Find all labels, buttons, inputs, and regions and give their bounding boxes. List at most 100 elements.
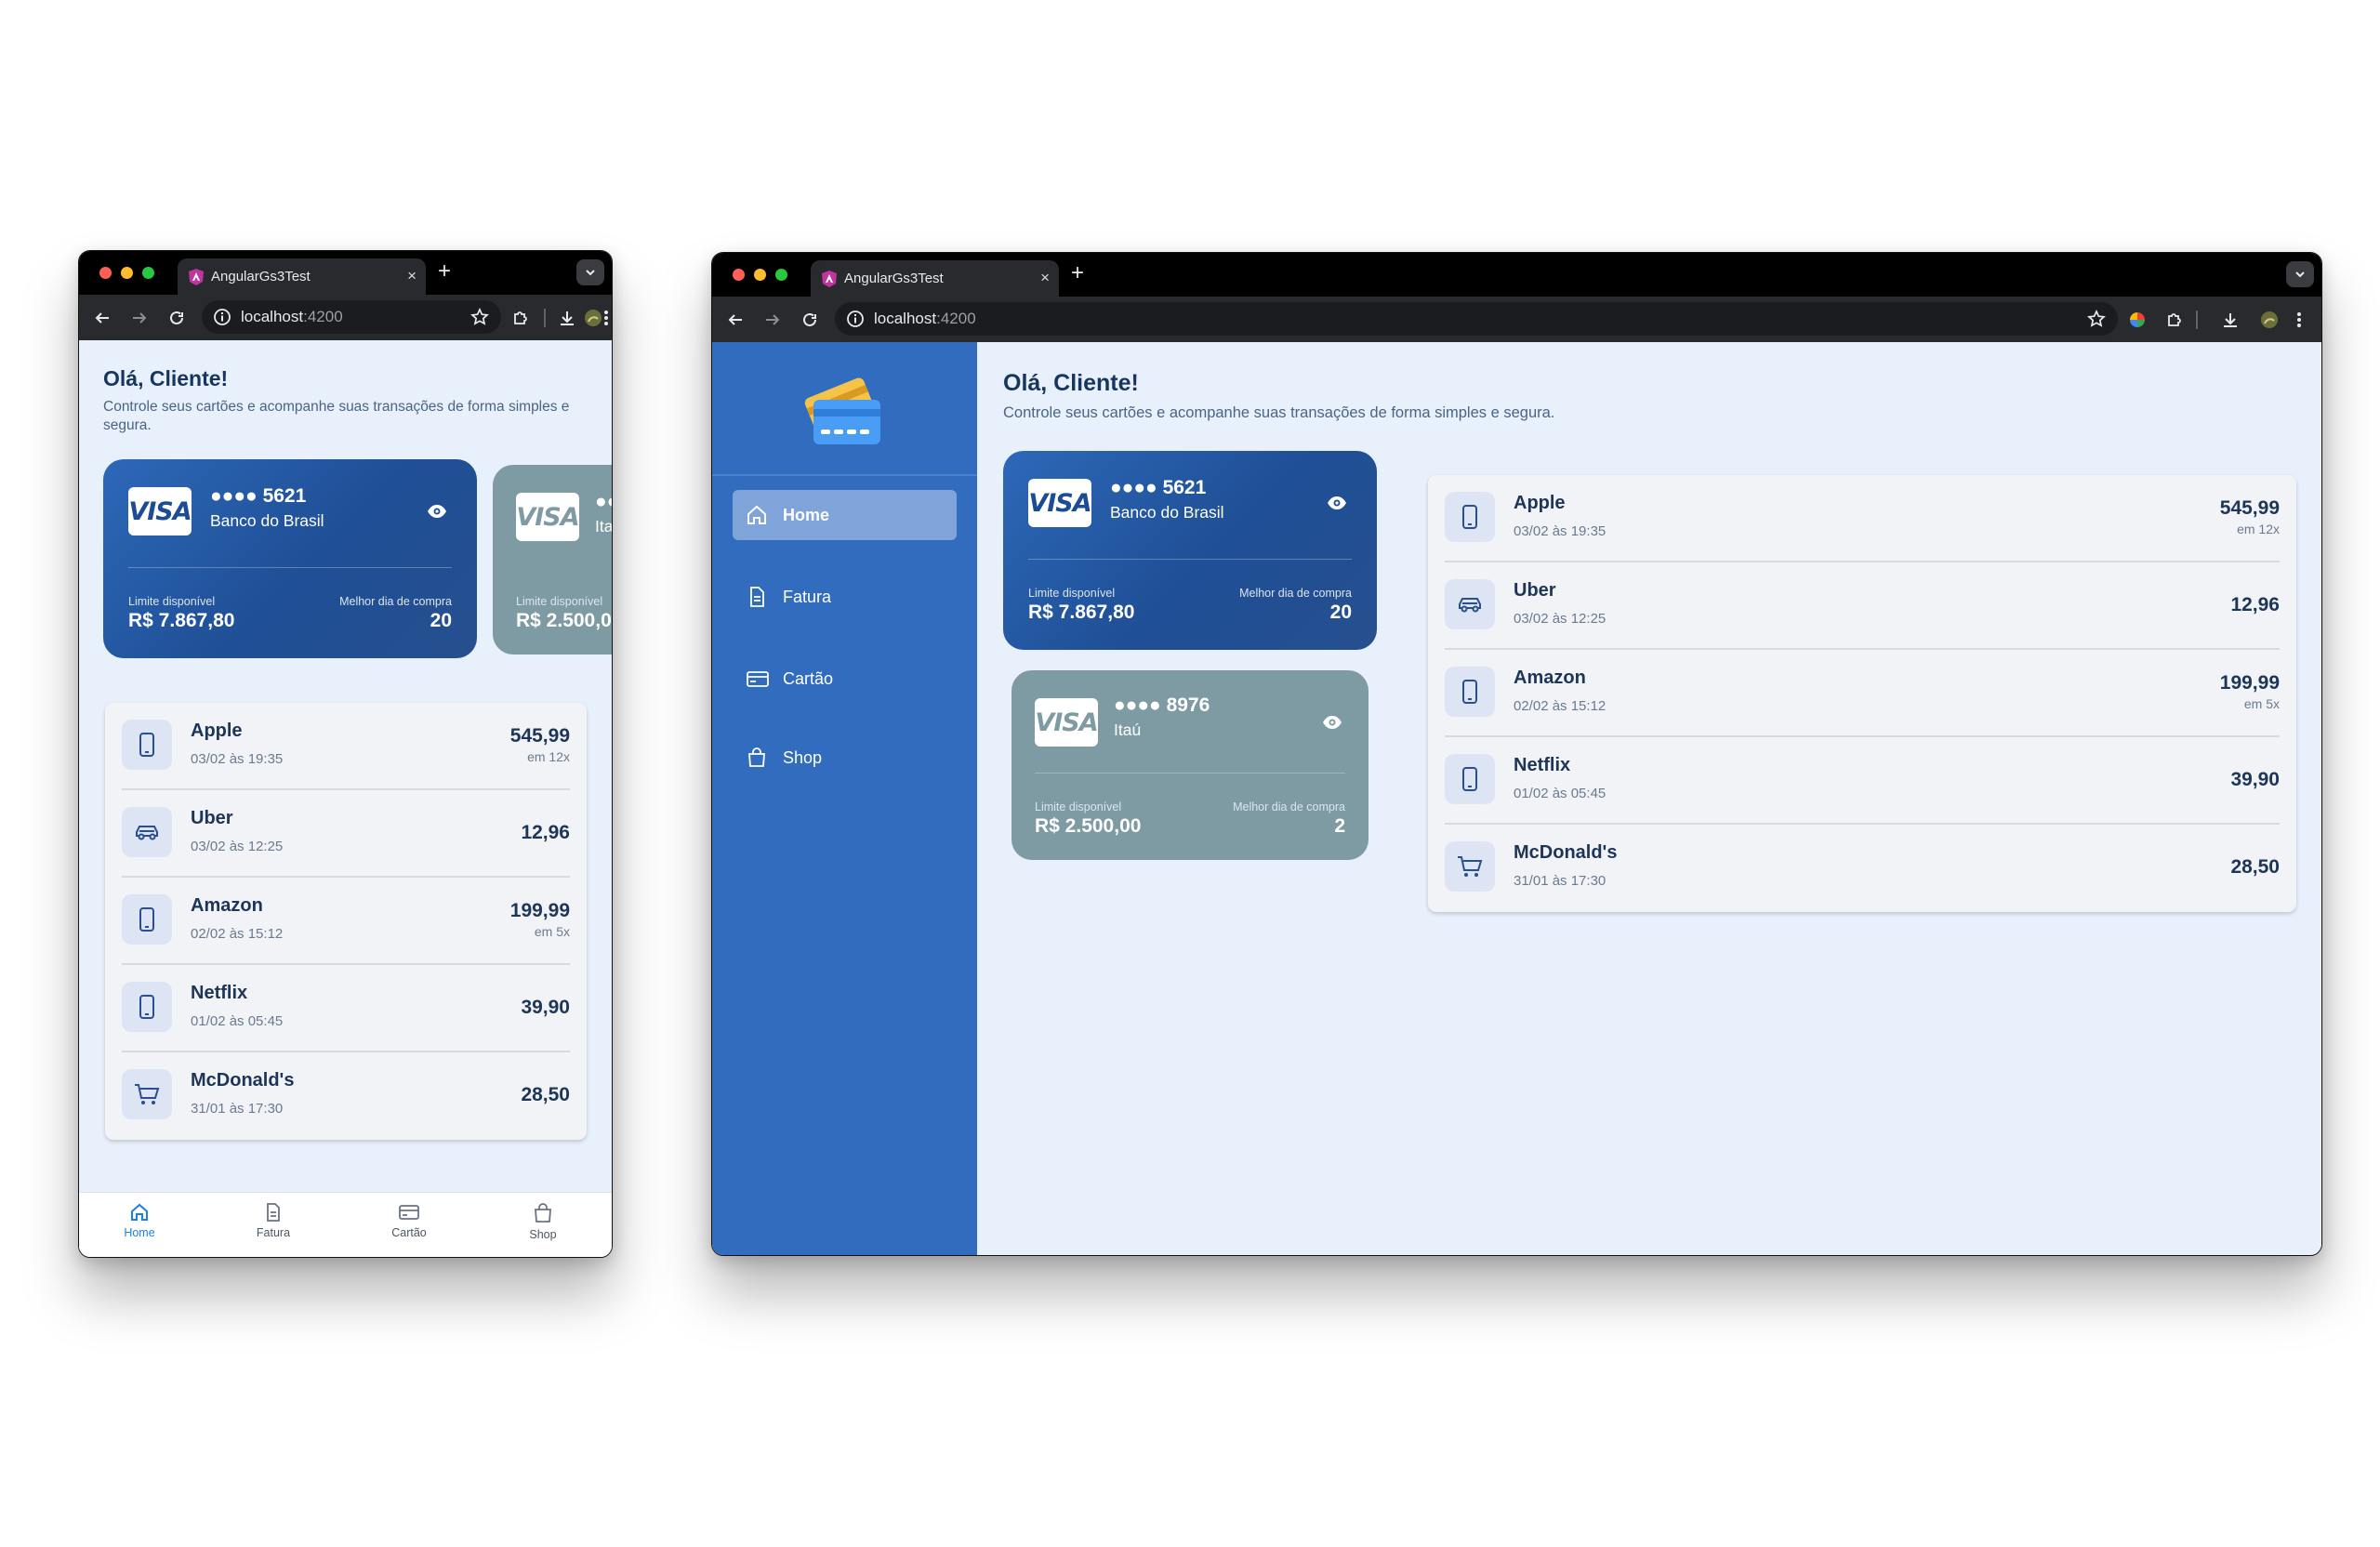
new-tab-button[interactable]: + xyxy=(438,260,451,283)
transaction-value: 39,90 xyxy=(2230,769,2280,790)
window-controls xyxy=(733,269,787,281)
reload-button[interactable] xyxy=(798,308,822,332)
nav-label: Fatura xyxy=(256,1226,291,1239)
sidebar-item-shop[interactable]: Shop xyxy=(733,733,957,783)
transaction-installments: em 5x xyxy=(2243,696,2280,711)
address-bar[interactable]: localhost:4200 xyxy=(202,300,501,334)
home-icon xyxy=(747,505,766,524)
bookmark-star-icon[interactable] xyxy=(2086,309,2107,329)
transaction-list: Apple 03/02 às 19:35 545,99 em 12x Uber … xyxy=(1428,475,2296,912)
site-info-icon xyxy=(847,311,864,327)
profile-button[interactable] xyxy=(2257,308,2281,332)
transaction-item[interactable]: Apple 03/02 às 19:35 545,99 em 12x xyxy=(1445,475,2280,562)
credit-card-icon xyxy=(399,1205,419,1220)
tab-search-button[interactable] xyxy=(2286,261,2314,287)
site-info-icon xyxy=(214,309,231,325)
sidebar-item-fatura[interactable]: Fatura xyxy=(733,572,957,622)
browser-menu-button[interactable] xyxy=(2293,308,2306,332)
bottom-navigation: Home Fatura Cartão Shop xyxy=(79,1192,612,1257)
tab-close-icon[interactable]: × xyxy=(407,267,416,285)
color-extension-button[interactable] xyxy=(2125,308,2149,332)
extensions-button[interactable] xyxy=(2162,308,2187,332)
transaction-item[interactable]: Amazon 02/02 às 15:12 199,99 em 5x xyxy=(1445,650,2280,737)
downloads-button[interactable] xyxy=(2218,308,2242,332)
card-divider xyxy=(1035,773,1345,774)
transaction-item[interactable]: Uber 03/02 às 12:25 12,96 xyxy=(122,790,570,878)
document-icon xyxy=(267,1203,280,1222)
sidebar-item-label: Cartão xyxy=(783,668,834,688)
transaction-date: 02/02 às 15:12 xyxy=(191,926,284,942)
chevron-down-icon xyxy=(2295,271,2305,278)
back-button[interactable] xyxy=(90,306,114,330)
back-button[interactable] xyxy=(723,308,747,332)
minimize-window-button[interactable] xyxy=(121,267,133,279)
browser-menu-button[interactable] xyxy=(600,306,612,330)
transaction-item[interactable]: Uber 03/02 às 12:25 12,96 xyxy=(1445,562,2280,650)
tab-search-button[interactable] xyxy=(576,259,604,285)
credit-card-banco-do-brasil[interactable]: VISA ●●●● 5621 Banco do Brasil Limite di… xyxy=(103,459,477,658)
credit-card-itau-peek[interactable]: VISA ●● Ita Limite disponível R$ 2.500,0 xyxy=(493,465,612,654)
forward-button[interactable] xyxy=(127,306,152,330)
reload-button[interactable] xyxy=(165,306,189,330)
credit-card-icon xyxy=(747,671,769,687)
address-bar[interactable]: localhost:4200 xyxy=(835,302,2118,336)
best-day-label: Melhor dia de compra xyxy=(1239,587,1352,600)
toolbar-separator xyxy=(544,309,546,327)
close-window-button[interactable] xyxy=(733,269,745,281)
credit-card-itau[interactable]: VISA ●●●● 8976 Itaú Limite disponível R$… xyxy=(1012,670,1368,860)
new-tab-button[interactable]: + xyxy=(1071,262,1084,284)
transaction-item[interactable]: Apple 03/02 às 19:35 545,99 em 12x xyxy=(122,703,570,790)
eye-icon[interactable] xyxy=(427,504,447,519)
tab-close-icon[interactable]: × xyxy=(1040,269,1050,287)
toolbar-separator xyxy=(2196,311,2198,329)
transaction-name: Uber xyxy=(1514,580,1556,601)
transaction-date: 31/01 às 17:30 xyxy=(1514,873,1606,889)
car-icon xyxy=(122,807,172,857)
downloads-button[interactable] xyxy=(555,306,579,330)
limit-label: Limite disponível xyxy=(128,595,216,608)
transaction-name: Netflix xyxy=(191,983,248,1003)
mobile-browser-window: AngularGs3Test × + localhost:4200 Olá, C… xyxy=(78,250,613,1258)
transaction-value: 199,99 xyxy=(2219,672,2280,694)
transaction-item[interactable]: Netflix 01/02 às 05:45 39,90 xyxy=(122,965,570,1052)
sidebar: Home Fatura Cartão Shop xyxy=(712,342,977,1255)
transaction-item[interactable]: McDonald's 31/01 às 17:30 28,50 xyxy=(122,1052,570,1140)
sidebar-divider xyxy=(712,474,977,476)
browser-tab[interactable]: AngularGs3Test × xyxy=(811,260,1059,297)
maximize-window-button[interactable] xyxy=(775,269,787,281)
nav-item-home[interactable]: Home xyxy=(98,1202,181,1239)
shopping-bag-icon xyxy=(535,1203,551,1223)
transaction-item[interactable]: Netflix 01/02 às 05:45 39,90 xyxy=(1445,737,2280,825)
close-window-button[interactable] xyxy=(99,267,112,279)
url-host: localhost xyxy=(874,310,937,327)
best-day-value: 20 xyxy=(1329,602,1352,623)
bookmark-star-icon[interactable] xyxy=(469,307,490,327)
transaction-date: 03/02 às 19:35 xyxy=(191,751,284,767)
extensions-button[interactable] xyxy=(509,306,533,330)
more-vertical-icon xyxy=(604,311,608,325)
forward-button[interactable] xyxy=(760,308,785,332)
maximize-window-button[interactable] xyxy=(142,267,154,279)
card-divider xyxy=(128,567,452,568)
minimize-window-button[interactable] xyxy=(754,269,766,281)
credit-cards-logo-icon xyxy=(804,377,880,444)
eye-icon[interactable] xyxy=(1327,496,1347,510)
browser-tab[interactable]: AngularGs3Test × xyxy=(178,258,426,295)
transaction-item[interactable]: Amazon 02/02 às 15:12 199,99 em 5x xyxy=(122,878,570,965)
reload-icon xyxy=(803,312,816,326)
credit-card-banco-do-brasil[interactable]: VISA ●●●● 5621 Banco do Brasil Limite di… xyxy=(1003,451,1377,650)
eye-icon[interactable] xyxy=(1322,715,1342,730)
nav-item-fatura[interactable]: Fatura xyxy=(231,1202,315,1239)
transaction-value: 28,50 xyxy=(521,1084,570,1105)
browser-toolbar: localhost:4200 xyxy=(79,295,612,340)
sidebar-item-cartao[interactable]: Cartão xyxy=(733,654,957,704)
card-bank: Banco do Brasil xyxy=(1110,503,1224,522)
tablet-icon xyxy=(1445,492,1495,542)
card-bank: Banco do Brasil xyxy=(210,511,324,530)
sidebar-item-home[interactable]: Home xyxy=(733,490,957,540)
shopping-bag-icon xyxy=(748,747,765,767)
nav-item-shop[interactable]: Shop xyxy=(501,1202,585,1241)
transaction-item[interactable]: McDonald's 31/01 às 17:30 28,50 xyxy=(1445,825,2280,912)
nav-item-cartao[interactable]: Cartão xyxy=(367,1202,451,1239)
profile-avatar-icon xyxy=(2261,311,2278,328)
